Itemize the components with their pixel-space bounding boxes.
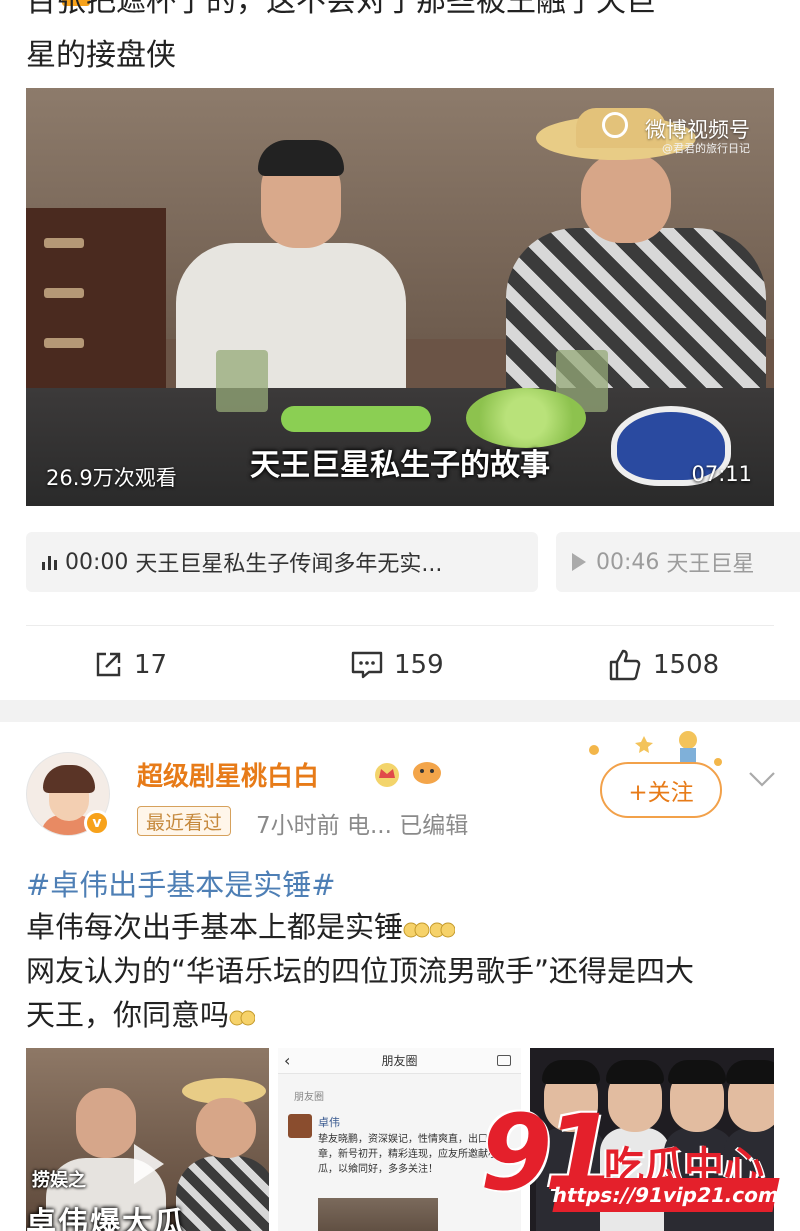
share-count: 17 xyxy=(134,650,168,680)
video-player[interactable]: 微博视频号 @君君的旅行日记 天王巨星私生子的故事 26.9万次观看 07:11 xyxy=(26,88,774,506)
chapter-chip[interactable]: 00:46 天王巨星 xyxy=(556,532,800,592)
video-cabinet xyxy=(26,208,166,398)
share-icon xyxy=(96,652,121,677)
video-chapters: 00:00 天王巨星私生子传闻多年无实... 00:46 天王巨星 xyxy=(26,532,800,592)
video-person-right xyxy=(466,108,766,428)
video-duration: 07:11 xyxy=(691,462,752,486)
like-button[interactable]: 1508 xyxy=(607,640,719,690)
post-title[interactable]: 百张把遮杯了的，这不会对于那些被王融了天巨 星的接盘侠 xyxy=(26,0,786,80)
share-button[interactable]: 17 xyxy=(92,640,167,690)
topic-hashtag[interactable]: #卓伟出手基本是实锤# xyxy=(26,862,336,904)
like-count: 1508 xyxy=(653,650,720,680)
username[interactable]: 超级剧星桃白白 xyxy=(137,756,319,793)
logo-url: https://91vip21.com xyxy=(550,1178,782,1212)
video-cucumbers xyxy=(281,406,431,432)
playing-bars-icon xyxy=(42,554,57,570)
chapter-text: 天王巨星私生子传闻多年无实... xyxy=(135,552,443,577)
chevron-down-icon[interactable] xyxy=(748,770,776,788)
site-watermark-logo: 91 吃瓜中心 https://91vip21.com xyxy=(480,1092,782,1218)
dizzy-face-icon xyxy=(429,922,456,938)
recently-viewed-tag: 最近看过 xyxy=(137,806,232,836)
moments-name: 卓伟 xyxy=(318,1116,340,1129)
weibo-logo-icon xyxy=(602,112,628,138)
camera-icon xyxy=(497,1055,511,1066)
chapter-text: 天王巨星 xyxy=(666,552,755,577)
pufferfish-icon xyxy=(413,762,441,784)
video-person-left xyxy=(146,128,406,433)
image-thumbnail[interactable]: 捞娱之 卓伟爆大瓜 xyxy=(26,1048,269,1231)
post-title-line: 星的接盘侠 xyxy=(26,38,176,73)
post-text-line: 天王，你同意吗 xyxy=(26,992,256,1034)
video-view-count: 26.9万次观看 xyxy=(46,466,177,490)
dizzy-face-icon xyxy=(229,1010,256,1026)
moments-header: 朋友圈 xyxy=(278,1048,521,1074)
moments-sub: 朋友圈 xyxy=(294,1092,324,1103)
play-icon xyxy=(572,553,586,571)
comment-count: 159 xyxy=(394,650,444,680)
thumbnail-caption: 捞娱之 xyxy=(32,1170,86,1191)
dizzy-face-icon xyxy=(403,922,430,938)
follow-button[interactable]: +关注 xyxy=(600,762,722,818)
verified-badge-icon: v xyxy=(84,810,110,836)
avatar xyxy=(288,1114,312,1138)
video-watermark-sub: @君君的旅行日记 xyxy=(662,142,750,155)
back-icon: ‹ xyxy=(284,1051,291,1070)
chapter-time: 00:46 xyxy=(596,549,660,575)
crown-icon xyxy=(375,763,399,787)
post-meta: 7小时前 电... 已编辑 xyxy=(256,813,469,839)
video-grapes xyxy=(466,388,586,448)
feed-separator xyxy=(0,700,800,722)
thumbs-up-icon xyxy=(609,649,641,681)
video-glass xyxy=(216,350,268,412)
moments-image xyxy=(318,1198,438,1231)
post-actions: 17 159 1508 xyxy=(0,640,800,690)
chapter-chip[interactable]: 00:00 天王巨星私生子传闻多年无实... xyxy=(26,532,538,592)
chapter-time: 00:00 xyxy=(65,549,129,575)
divider xyxy=(26,625,774,626)
play-icon xyxy=(134,1144,164,1184)
thumbnail-caption: 卓伟爆大瓜 xyxy=(26,1206,186,1231)
post-text-line: 卓伟每次出手基本上都是实锤 xyxy=(26,904,456,946)
comment-icon xyxy=(351,651,383,679)
post-text-line: 网友认为的“华语乐坛的四位顶流男歌手”还得是四大 xyxy=(26,954,695,988)
post-title-cut-line: 百张把遮杯了的，这不会对于那些被王融了天巨 xyxy=(26,0,656,19)
comment-button[interactable]: 159 xyxy=(350,640,444,690)
